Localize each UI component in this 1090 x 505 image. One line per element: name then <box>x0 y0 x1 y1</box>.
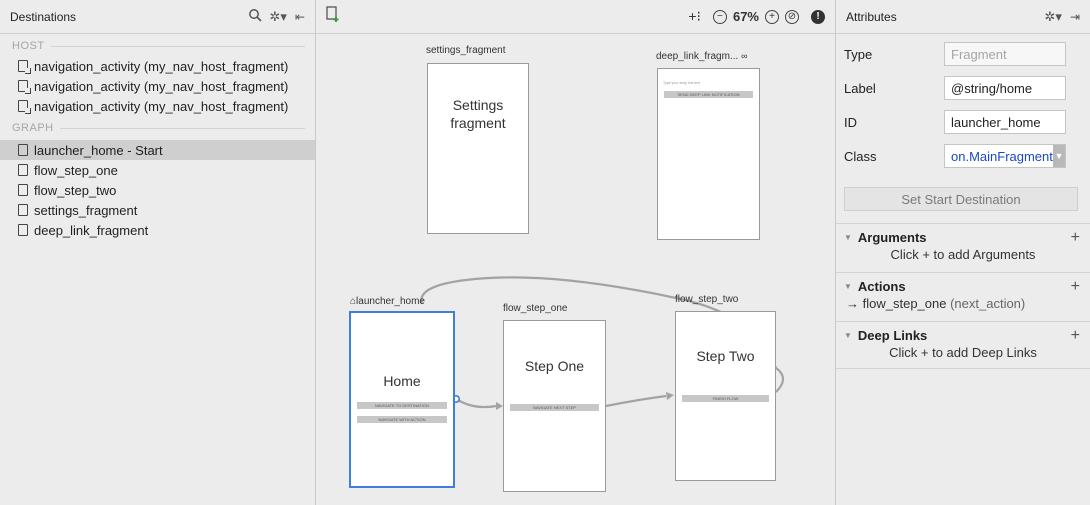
settings-fragment-label: settings_fragment <box>426 45 506 56</box>
id-field[interactable]: launcher_home <box>944 110 1066 134</box>
class-dropdown-icon[interactable]: ▼ <box>1052 145 1065 167</box>
settings-fragment-title: Settings fragment <box>450 97 506 131</box>
new-destination-icon[interactable] <box>326 6 340 27</box>
deep-links-section: ▼ Deep Links + Click + to add Deep Links <box>836 321 1090 369</box>
action-item[interactable]: → flow_step_one (next_action) <box>844 296 1082 311</box>
action-arrow-home-to-step-one <box>455 398 497 409</box>
step-two-finish-button: FINISH FLOW <box>681 395 770 402</box>
type-label: Type <box>844 46 873 62</box>
home-fragment-title: Home <box>383 373 421 389</box>
host-section-label: HOST <box>0 34 315 52</box>
fragment-icon <box>18 204 28 216</box>
settings-fragment-node[interactable]: Settings fragment <box>427 63 529 234</box>
auto-arrange-icon[interactable]: +⁝ <box>688 8 701 25</box>
home-fragment-node[interactable]: Home NAVIGATE TO DESTINATION NAVIGATE WI… <box>349 311 455 488</box>
graph-item-launcher-home[interactable]: launcher_home - Start <box>0 140 315 160</box>
destinations-header: Destinations ✲▾ ⇤ <box>0 0 315 34</box>
id-label: ID <box>844 114 857 130</box>
home-fragment-label: ⌂launcher_home <box>350 296 425 307</box>
graph-section-label: GRAPH <box>0 116 315 134</box>
label-label: Label <box>844 80 876 96</box>
navigation-editor: Destinations ✲▾ ⇤ HOST navigation_activi… <box>0 0 1090 505</box>
fragment-icon <box>18 144 28 156</box>
type-row: Type Fragment <box>836 37 1090 71</box>
zoom-in-icon[interactable]: + <box>765 9 779 24</box>
class-row: Class on.MainFragment ▼ <box>836 139 1090 173</box>
search-icon[interactable] <box>248 8 262 25</box>
host-item[interactable]: navigation_activity (my_nav_host_fragmen… <box>0 56 315 76</box>
class-label: Class <box>844 148 877 164</box>
step-two-fragment-label: flow_step_two <box>675 294 739 305</box>
zoom-level: 67% <box>732 9 759 24</box>
collapse-triangle-icon: ▼ <box>844 282 852 291</box>
host-item[interactable]: navigation_activity (my_nav_host_fragmen… <box>0 96 315 116</box>
zoom-to-fit-icon[interactable]: ⊘ <box>785 9 799 24</box>
graph-item-flow-step-two[interactable]: flow_step_two <box>0 180 315 200</box>
activity-icon <box>18 60 31 74</box>
activity-icon <box>18 100 31 114</box>
deep-link-input: Type your deep link text <box>663 81 700 85</box>
home-navigate-destination-button: NAVIGATE TO DESTINATION <box>357 402 447 409</box>
step-one-fragment-title: Step One <box>524 358 585 374</box>
deep-links-hint: Click + to add Deep Links <box>889 345 1037 360</box>
attributes-gear-icon[interactable]: ✲▾ <box>1045 9 1062 25</box>
deep-link-fragment-label: deep_link_fragm... ∞ <box>656 51 748 62</box>
type-field: Fragment <box>944 42 1066 66</box>
attributes-title: Attributes <box>846 9 897 24</box>
arguments-section: ▼ Arguments + Click + to add Arguments <box>836 223 1090 268</box>
fragment-icon <box>18 224 28 236</box>
graph-item-deep-link-fragment[interactable]: deep_link_fragment <box>0 220 315 240</box>
deep-link-fragment-node[interactable]: Type your deep link text SEND DEEP LINK … <box>657 68 760 240</box>
step-one-fragment-label: flow_step_one <box>503 303 568 314</box>
step-two-fragment-title: Step Two <box>696 348 755 364</box>
label-field[interactable]: @string/home <box>944 76 1066 100</box>
destinations-title: Destinations <box>10 9 77 24</box>
attributes-panel: Attributes ✲▾ ⇥ Type Fragment Label @str… <box>836 0 1090 505</box>
graph-canvas-panel: +⁝ − 67% + ⊘ ! settings_fragment Setting… <box>316 0 836 505</box>
issues-warning-icon[interactable]: ! <box>811 9 825 24</box>
collapse-triangle-icon: ▼ <box>844 331 852 340</box>
step-one-next-button: NAVIGATE NEXT STEP <box>510 404 599 411</box>
add-action-icon[interactable]: + <box>1071 278 1080 296</box>
fragment-icon <box>18 164 28 176</box>
deep-link-send-button: SEND DEEP LINK NOTIFICATION <box>664 91 753 98</box>
settings-gear-icon[interactable]: ✲▾ <box>270 9 287 25</box>
home-navigate-action-button: NAVIGATE WITH ACTION <box>357 416 447 423</box>
hide-panel-icon[interactable]: ⇥ <box>1070 10 1080 24</box>
graph-item-settings-fragment[interactable]: settings_fragment <box>0 200 315 220</box>
arrow-right-icon: → <box>846 296 859 311</box>
zoom-out-icon[interactable]: − <box>712 9 727 24</box>
step-two-fragment-node[interactable]: Step Two FINISH FLOW <box>675 311 776 481</box>
id-row: ID launcher_home <box>836 105 1090 139</box>
activity-icon <box>18 80 31 94</box>
arguments-hint: Click + to add Arguments <box>890 247 1036 262</box>
collapse-triangle-icon: ▼ <box>844 233 852 242</box>
class-field[interactable]: on.MainFragment ▼ <box>944 144 1066 168</box>
deep-links-header[interactable]: ▼ Deep Links <box>844 328 1082 343</box>
attributes-header: Attributes ✲▾ ⇥ <box>836 0 1090 34</box>
host-item[interactable]: navigation_activity (my_nav_host_fragmen… <box>0 76 315 96</box>
arguments-header[interactable]: ▼ Arguments <box>844 230 1082 245</box>
graph-item-flow-step-one[interactable]: flow_step_one <box>0 160 315 180</box>
label-row: Label @string/home <box>836 71 1090 105</box>
navigation-graph: settings_fragment Settings fragment deep… <box>316 34 836 505</box>
fragment-icon <box>18 184 28 196</box>
actions-header[interactable]: ▼ Actions <box>844 279 1082 294</box>
actions-section: ▼ Actions + → flow_step_one (next_action) <box>836 272 1090 317</box>
deep-link-icon: ∞ <box>741 51 748 61</box>
action-arrow-step-one-to-step-two <box>605 394 667 408</box>
step-one-fragment-node[interactable]: Step One NAVIGATE NEXT STEP <box>503 320 606 492</box>
destinations-panel: Destinations ✲▾ ⇤ HOST navigation_activi… <box>0 0 316 505</box>
set-start-destination-button[interactable]: Set Start Destination <box>844 187 1078 211</box>
add-deep-link-icon[interactable]: + <box>1071 327 1080 345</box>
add-argument-icon[interactable]: + <box>1071 229 1080 247</box>
canvas-toolbar: +⁝ − 67% + ⊘ ! <box>316 0 835 34</box>
collapse-panel-icon[interactable]: ⇤ <box>295 10 305 24</box>
